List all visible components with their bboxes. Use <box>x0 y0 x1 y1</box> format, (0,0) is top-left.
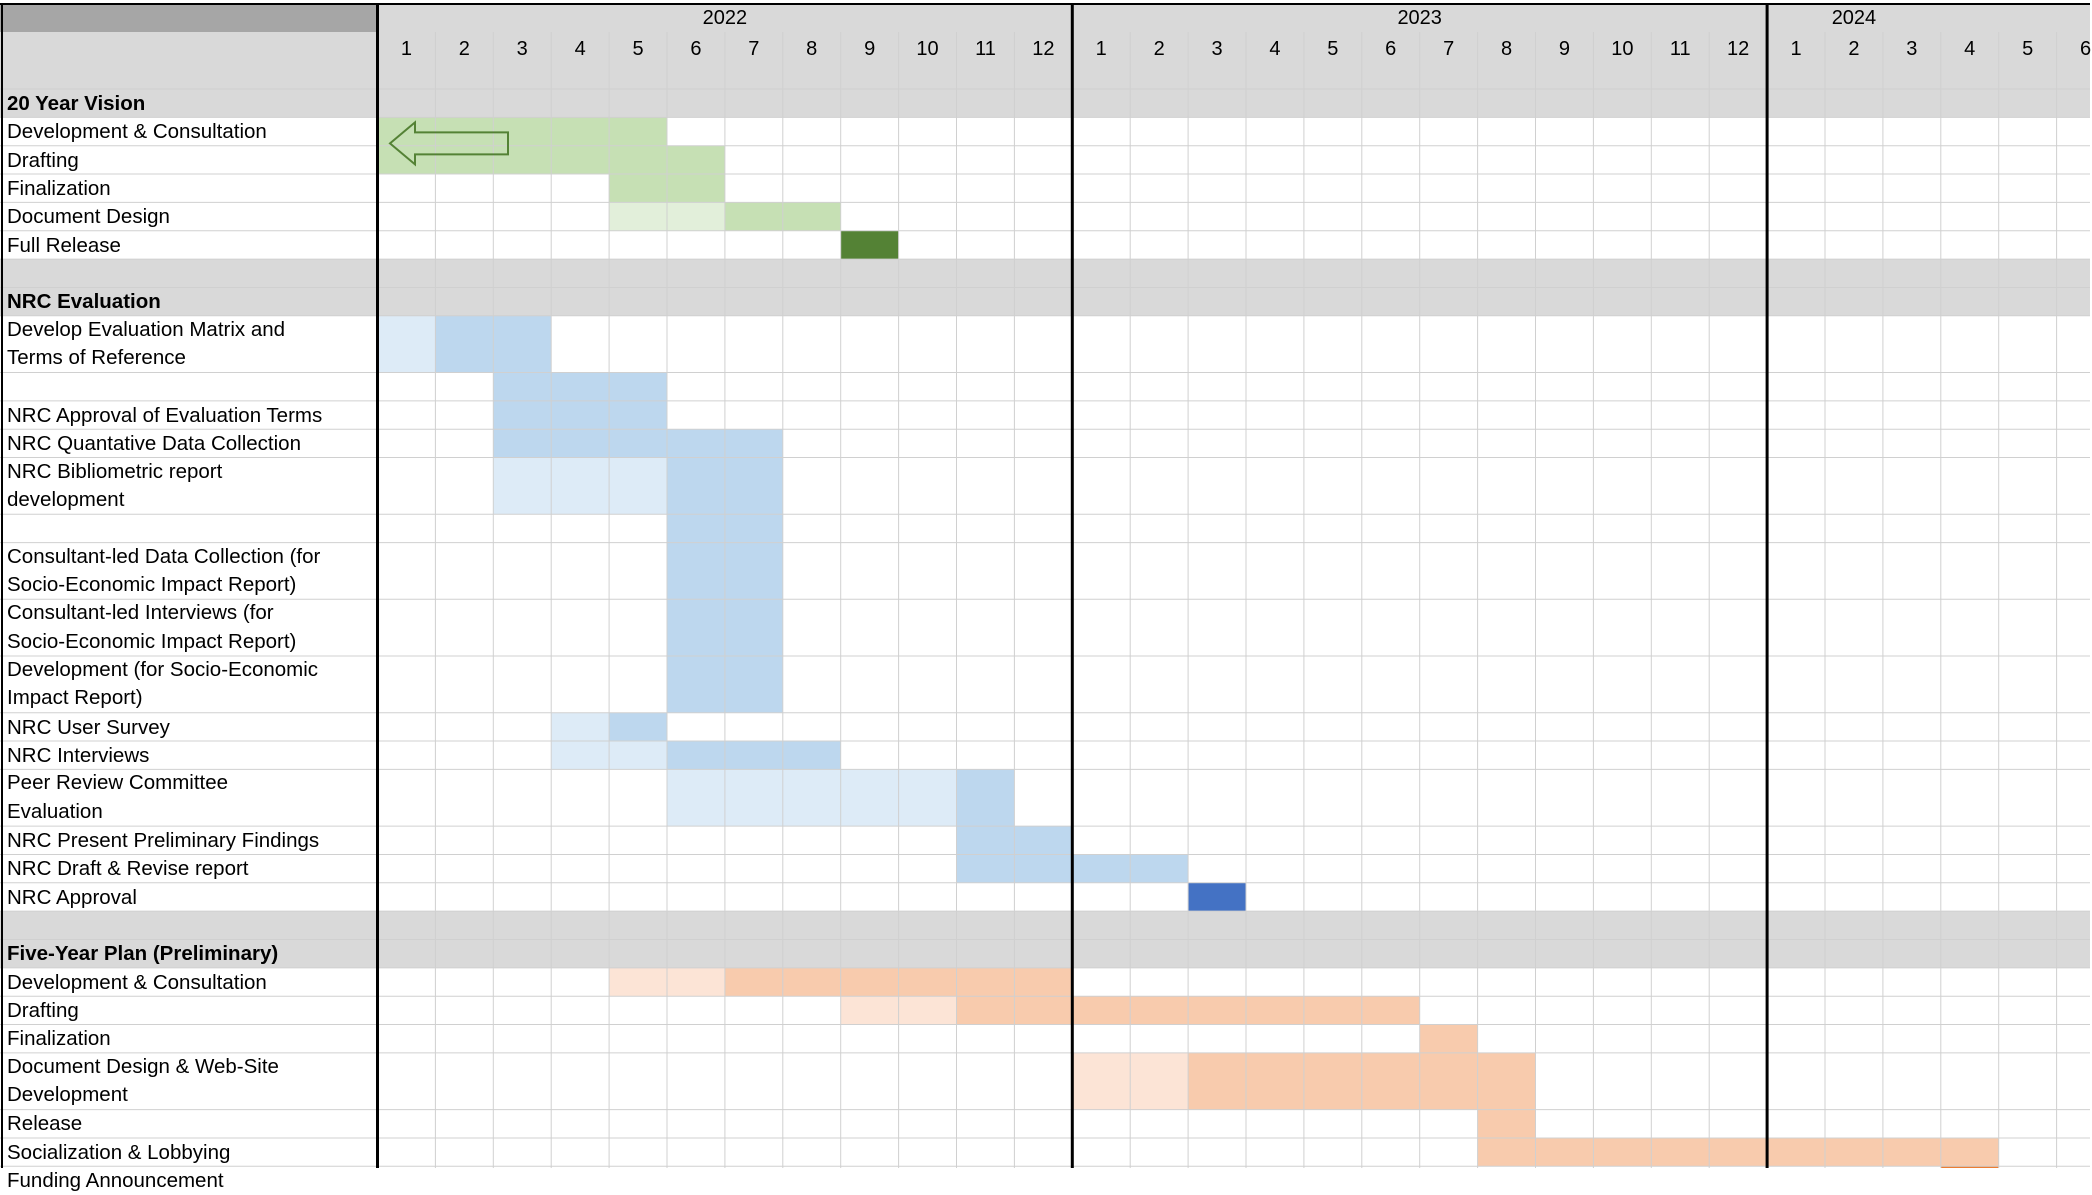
month-label: 1 <box>400 38 412 60</box>
task-label: NRC Interviews <box>7 743 150 767</box>
year-label: 2024 <box>1831 7 1877 29</box>
month-label: 9 <box>864 38 876 60</box>
month-label: 6 <box>1385 38 1397 60</box>
task-label: NRC Quantative Data Collection <box>7 432 301 456</box>
month-label: 5 <box>632 38 644 60</box>
month-label: 12 <box>1727 38 1750 60</box>
task-label: Development & Consultation <box>7 120 267 144</box>
task-label: Peer Review Committee <box>7 771 229 795</box>
gantt-chart <box>0 3 2090 1168</box>
task-label: Impact Report) <box>7 686 143 710</box>
month-label: 4 <box>1269 38 1281 60</box>
month-label: 6 <box>2079 38 2092 60</box>
task-label: Document Design <box>7 205 170 229</box>
task-bar <box>956 769 1015 827</box>
month-label: 4 <box>1964 38 1976 60</box>
section-band <box>0 259 2090 288</box>
task-bar <box>377 315 436 373</box>
task-label: Drafting <box>7 148 79 172</box>
task-label: NRC Bibliometric report <box>7 459 223 483</box>
task-label: NRC User Survey <box>7 715 170 739</box>
month-label: 7 <box>748 38 760 60</box>
task-label: Socio-Economic Impact Report) <box>7 629 297 653</box>
section-title: Five-Year Plan (Preliminary) <box>7 942 279 966</box>
task-label: Finalization <box>7 1027 111 1051</box>
task-bar <box>493 400 667 430</box>
task-label: Socio-Economic Impact Report) <box>7 572 297 596</box>
task-label: Funding Announcement <box>7 1169 224 1193</box>
year-label: 2022 <box>702 7 748 29</box>
section-title: 20 Year Vision <box>7 91 146 115</box>
task-label: Finalization <box>7 176 111 200</box>
section-band <box>0 939 2090 968</box>
section-band <box>0 89 2090 118</box>
task-label: Full Release <box>7 233 121 257</box>
task-bar <box>1477 1137 1999 1167</box>
month-label: 8 <box>806 38 818 60</box>
month-label: 8 <box>1500 38 1513 60</box>
task-label: NRC Draft & Revise report <box>7 857 249 881</box>
task-label: NRC Present Preliminary Findings <box>7 828 320 852</box>
task-label: Terms of Reference <box>7 346 186 370</box>
task-label: Socialization & Lobbying <box>7 1140 231 1164</box>
task-label: Drafting <box>7 999 79 1023</box>
task-label: development <box>7 487 125 511</box>
section-band <box>0 911 2090 940</box>
task-label: Develop Evaluation Matrix and <box>7 317 286 341</box>
header-corner <box>0 4 378 32</box>
month-label: 1 <box>1790 38 1802 60</box>
section-title: NRC Evaluation <box>7 290 161 314</box>
task-bar <box>551 712 610 742</box>
month-label: 5 <box>2022 38 2034 60</box>
task-bar <box>493 457 667 515</box>
month-label: 6 <box>690 38 702 60</box>
task-label: Release <box>7 1112 83 1136</box>
task-bar <box>1188 882 1246 912</box>
month-label: 12 <box>1032 38 1055 60</box>
month-label: 11 <box>1669 38 1691 60</box>
month-label: 3 <box>1906 38 1918 60</box>
year-label: 2023 <box>1397 7 1442 29</box>
task-label: Evaluation <box>7 799 103 823</box>
month-label: 2 <box>458 38 470 60</box>
task-bar <box>493 372 667 401</box>
month-label: 3 <box>1211 38 1223 60</box>
month-label: 5 <box>1327 38 1339 60</box>
task-bar <box>667 769 957 827</box>
task-bar <box>840 230 899 260</box>
month-label: 1 <box>1095 38 1107 60</box>
task-bar <box>1419 1024 1478 1053</box>
task-bar <box>667 741 841 770</box>
task-label: Document Design & Web-Site <box>7 1054 279 1078</box>
month-label: 10 <box>1611 38 1634 60</box>
task-label: Development & Consultation <box>7 970 267 994</box>
section-band <box>0 287 2090 316</box>
month-label: 2 <box>1848 38 1860 60</box>
task-label: Development (for Socio-Economic <box>7 658 319 681</box>
task-label: Consultant-led Interviews (for <box>7 601 274 625</box>
task-label: NRC Approval of Evaluation Terms <box>7 403 323 427</box>
month-label: 11 <box>975 38 996 60</box>
month-label: 7 <box>1443 38 1455 60</box>
month-label: 2 <box>1153 38 1165 60</box>
task-bar <box>1477 1109 1536 1138</box>
month-label: 4 <box>574 38 586 60</box>
task-label: Development <box>7 1083 128 1107</box>
task-label: Consultant-led Data Collection (for <box>7 544 321 568</box>
month-label: 10 <box>916 38 939 60</box>
month-label: 3 <box>516 38 528 60</box>
task-label: NRC Approval <box>7 885 137 909</box>
month-label: 9 <box>1558 38 1570 60</box>
task-bar <box>493 429 783 458</box>
task-bar <box>609 712 667 742</box>
